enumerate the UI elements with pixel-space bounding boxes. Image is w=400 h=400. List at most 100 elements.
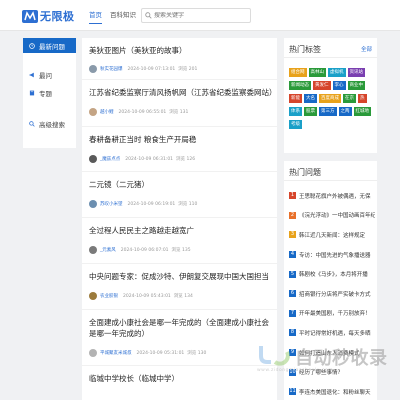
post-title[interactable]: 全过程人民民主之路越走越宽广 [89, 225, 272, 236]
post-title[interactable]: 二元镜（二元猪） [89, 179, 272, 190]
tag-chip[interactable]: 新能 [289, 94, 302, 103]
post-author[interactable]: 农业胶银 [100, 293, 118, 299]
avatar[interactable] [89, 246, 97, 254]
site-logo[interactable]: 无限极 [22, 8, 75, 24]
hot-question-title[interactable]: 《浣光浮动》一中国动画百年纪 [299, 211, 375, 219]
sidebar-item-topics[interactable]: 专题 [23, 84, 76, 102]
post-author[interactable]: 秋实花园爆 [100, 66, 123, 72]
list-item[interactable]: 春耕备耕正当时 粮食生产开局稳 _魔兹点点 2024-10-09 06:31:0… [82, 127, 277, 172]
post-title[interactable]: 中央问题专家：促成沙特、伊朗复交展现中国大国担当 [89, 271, 272, 282]
megaphone-icon [29, 72, 34, 78]
tag-chip[interactable]: 新闻动态 [289, 81, 311, 90]
post-author[interactable]: _魔兹点点 [100, 156, 120, 162]
rank-badge: 8 [289, 329, 296, 337]
rank-badge: 11 [289, 388, 296, 396]
post-title[interactable]: 美狄亚图片（美狄亚的故事） [89, 45, 272, 56]
post-title[interactable]: 春耕备耕正当时 粮食生产开局稳 [89, 134, 272, 145]
hot-question-title[interactable]: 平时记得常好机遇，每天多晒 [299, 329, 371, 337]
tag-chip[interactable]: 高林山 [308, 68, 326, 77]
tag-chip[interactable]: 百度商成 [319, 94, 341, 103]
sidebar-item-ask[interactable]: 最问 [23, 66, 76, 84]
tag-cloud: 组合网 高林山 虚拟机 资讯站新闻动态 黄发仁 李心 商业中新能 大名 百度商成 在京热体系 股票第… [289, 68, 375, 133]
watermark-text: 自动秒收录 [295, 348, 388, 369]
avatar[interactable] [89, 292, 97, 300]
hot-question-item[interactable]: 6 招商银行分店将严实破卡方式 [289, 284, 375, 304]
sidebar-item-latest[interactable]: 最新问题 [23, 38, 76, 53]
post-author[interactable]: _元素风 [100, 247, 116, 253]
tag-chip[interactable]: 虚拟机 [328, 68, 346, 77]
hot-question-item[interactable]: 3 韩江近几天新闻：这样规定 [289, 225, 375, 245]
tag-chip[interactable]: 大名 [304, 94, 317, 103]
post-date: 2024-10-09 06:31:01 [125, 156, 174, 162]
post-meta: 越小鲤 2024-10-09 06:55:01 浏览 131 [89, 108, 191, 116]
post-views: 浏览 135 [171, 248, 191, 253]
tag-chip[interactable]: 在京 [343, 94, 356, 103]
post-author[interactable]: 平城聚友米城叔 [100, 350, 132, 356]
top-header: 无限极 首页 百科知识 标签 [0, 0, 400, 31]
tag-chip[interactable]: 组合网 [289, 68, 307, 77]
list-item[interactable]: 二元镜（二元猪） 苏叹小米望 2024-10-09 06:19:01 浏览 11… [82, 172, 277, 218]
avatar[interactable] [89, 108, 97, 116]
tag-chip[interactable]: 红城地 [353, 107, 371, 116]
post-date: 2024-10-09 06:55:01 [118, 109, 167, 115]
book-icon [29, 90, 35, 96]
post-title[interactable]: 临城中学校长（临城中学） [89, 373, 272, 384]
tag-chip[interactable]: 之两 [338, 107, 352, 116]
hot-question-title[interactable]: 韩江近几天新闻：这样规定 [299, 231, 365, 239]
hot-question-item[interactable]: 1 王思聪花旗户外被偶遇，无保 [289, 186, 375, 206]
tag-chip[interactable]: 股票 [304, 107, 317, 116]
hot-question-item[interactable]: 7 开年最美国剧，千万别放弃！ [289, 304, 375, 324]
rank-badge: 2 [289, 211, 296, 219]
post-author[interactable]: 越小鲤 [100, 109, 114, 115]
hot-question-title[interactable]: 专访：中国先进的气象播送器 [299, 251, 371, 259]
tag-chip[interactable]: 黄发仁 [313, 81, 331, 90]
post-views: 浏览 130 [187, 351, 207, 356]
hot-question-item[interactable]: 5 韩剧校《马步》，本月将开播 [289, 264, 375, 284]
post-views: 浏览 131 [169, 110, 189, 115]
hot-question-title[interactable]: 王思聪花旗户外被偶遇，无保 [299, 192, 371, 200]
nav-encyclopedia[interactable]: 百科知识 [110, 10, 136, 24]
list-item[interactable]: 美狄亚图片（美狄亚的故事） 秋实花园爆 2024-10-09 07:13:01 … [82, 38, 277, 80]
post-meta: 农业胶银 2024-10-09 05:43:01 浏览 134 [89, 292, 196, 300]
tag-chip[interactable]: 体系 [289, 107, 302, 116]
post-views: 浏览 134 [173, 294, 193, 299]
list-item[interactable]: 全面建成小康社会是哪一年完成的（全面建成小康社会是哪一年完成的） 平城聚友米城叔… [82, 310, 277, 366]
hot-question-title[interactable]: 韩剧校《马步》，本月将开播 [299, 270, 368, 278]
watermark-logo-icon [259, 346, 290, 366]
sidebar-item-advanced-search[interactable]: 高级搜索 [23, 115, 76, 133]
hot-question-item[interactable]: 4 专访：中国先进的气象播送器 [289, 245, 375, 265]
post-author[interactable]: 苏叹小米望 [100, 201, 123, 207]
nav-home[interactable]: 首页 [89, 10, 102, 24]
tag-chip[interactable]: 考级 [289, 120, 302, 129]
hot-question-title[interactable]: 招商银行分店将严实破卡方式 [299, 290, 371, 298]
hot-question-item[interactable]: 2 《浣光浮动》一中国动画百年纪 [289, 206, 375, 226]
avatar[interactable] [89, 349, 97, 357]
post-list: 美狄亚图片（美狄亚的故事） 秋实花园爆 2024-10-09 07:13:01 … [82, 38, 277, 400]
list-item[interactable]: 江苏省纪委监察厅清风扬帆网（江苏省纪委监察委网站） 越小鲤 2024-10-09… [82, 80, 277, 127]
post-title[interactable]: 全面建成小康社会是哪一年完成的（全面建成小康社会是哪一年完成的） [89, 317, 272, 339]
avatar[interactable] [89, 65, 97, 73]
tag-chip[interactable]: 第三方 [319, 107, 337, 116]
watermark: 自动秒收录 www.zidongmiaoshoulu.com [255, 342, 395, 380]
hot-question-title[interactable]: 李连杰美国退化：和粉丝聊天 [299, 388, 371, 396]
hot-question-item[interactable]: 8 平时记得常好机遇，每天多晒 [289, 323, 375, 343]
post-title[interactable]: 江苏省纪委监察厅清风扬帆网（江苏省纪委监察委网站） [89, 87, 272, 98]
all-tags-link[interactable]: 全部 [361, 45, 372, 53]
tag-chip[interactable]: 资讯站 [347, 68, 365, 77]
hot-question-title[interactable]: 开年最美国剧，千万别放弃！ [299, 309, 371, 317]
post-date: 2024-10-09 07:13:01 [127, 66, 176, 72]
list-item[interactable]: 全过程人民民主之路越走越宽广 _元素风 2024-10-09 06:07:01 … [82, 218, 277, 264]
post-views: 浏览 201 [178, 67, 198, 72]
search-input[interactable] [154, 12, 244, 19]
list-item[interactable]: 临城中学校长（临城中学） [82, 366, 277, 400]
sidebar-item-label: 最新问题 [39, 42, 65, 51]
post-meta: _元素风 2024-10-09 06:07:01 浏览 135 [89, 246, 194, 254]
tag-chip[interactable]: 商业中 [347, 81, 365, 90]
avatar[interactable] [89, 200, 97, 208]
tag-chip[interactable]: 热 [358, 94, 367, 103]
hot-question-item[interactable]: 11 李连杰美国退化：和粉丝聊天 [289, 382, 375, 400]
tag-chip[interactable]: 李心 [332, 81, 346, 90]
rank-badge: 5 [289, 270, 296, 278]
list-item[interactable]: 中央问题专家：促成沙特、伊朗复交展现中国大国担当 农业胶银 2024-10-09… [82, 264, 277, 310]
avatar[interactable] [89, 155, 97, 163]
